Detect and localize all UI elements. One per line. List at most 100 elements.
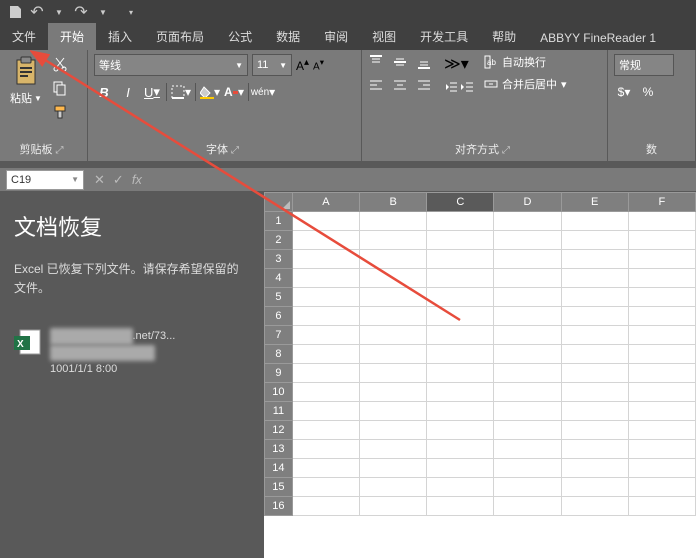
qat-customize-icon[interactable]: ▾ xyxy=(122,3,140,21)
cell[interactable] xyxy=(360,383,427,402)
cell[interactable] xyxy=(494,345,561,364)
cell[interactable] xyxy=(293,212,360,231)
row-header[interactable]: 9 xyxy=(264,364,293,383)
cell[interactable] xyxy=(562,288,629,307)
cell[interactable] xyxy=(293,459,360,478)
cell[interactable] xyxy=(629,478,696,497)
phonetic-button[interactable]: wén▾ xyxy=(253,82,273,102)
increase-font-icon[interactable]: A▴ xyxy=(296,57,309,73)
row-header[interactable]: 6 xyxy=(264,307,293,326)
cell[interactable] xyxy=(293,497,360,516)
cell[interactable] xyxy=(562,383,629,402)
cell[interactable] xyxy=(293,250,360,269)
row-header[interactable]: 14 xyxy=(264,459,293,478)
tab-dev[interactable]: 开发工具 xyxy=(408,23,480,50)
cell[interactable] xyxy=(494,250,561,269)
decrease-indent-icon[interactable] xyxy=(444,80,458,99)
select-all-corner[interactable] xyxy=(264,192,293,212)
tab-insert[interactable]: 插入 xyxy=(96,23,144,50)
align-top-icon[interactable] xyxy=(368,54,390,75)
merge-center-button[interactable]: 合并后居中 ▾ xyxy=(484,76,567,92)
col-header[interactable]: D xyxy=(494,192,561,212)
cell[interactable] xyxy=(629,459,696,478)
cell[interactable] xyxy=(629,402,696,421)
cell[interactable] xyxy=(293,383,360,402)
cell[interactable] xyxy=(494,326,561,345)
cell[interactable] xyxy=(427,345,494,364)
cell[interactable] xyxy=(293,440,360,459)
cell[interactable] xyxy=(360,497,427,516)
cell[interactable] xyxy=(427,212,494,231)
cell[interactable] xyxy=(293,269,360,288)
cell[interactable] xyxy=(360,345,427,364)
orientation-icon[interactable]: ≫▾ xyxy=(444,54,474,74)
cell[interactable] xyxy=(562,402,629,421)
cell[interactable] xyxy=(562,440,629,459)
cell[interactable] xyxy=(427,364,494,383)
fill-color-button[interactable]: ▾ xyxy=(200,82,220,102)
cancel-icon[interactable]: ✕ xyxy=(94,172,105,188)
tab-data[interactable]: 数据 xyxy=(264,23,312,50)
cell[interactable] xyxy=(562,212,629,231)
cell[interactable] xyxy=(629,250,696,269)
cell[interactable] xyxy=(562,497,629,516)
confirm-icon[interactable]: ✓ xyxy=(113,172,124,188)
align-left-icon[interactable] xyxy=(368,77,390,98)
cell[interactable] xyxy=(494,421,561,440)
font-color-button[interactable]: A▾ xyxy=(224,82,244,102)
cell[interactable] xyxy=(629,440,696,459)
cell[interactable] xyxy=(293,402,360,421)
row-header[interactable]: 11 xyxy=(264,402,293,421)
decrease-font-icon[interactable]: A▾ xyxy=(313,57,324,72)
cell[interactable] xyxy=(562,345,629,364)
cell[interactable] xyxy=(629,288,696,307)
cell[interactable] xyxy=(494,364,561,383)
row-header[interactable]: 12 xyxy=(264,421,293,440)
row-header[interactable]: 16 xyxy=(264,497,293,516)
cell[interactable] xyxy=(562,478,629,497)
col-header[interactable]: C xyxy=(427,192,494,212)
cell[interactable] xyxy=(360,364,427,383)
cell[interactable] xyxy=(494,307,561,326)
cell[interactable] xyxy=(427,269,494,288)
col-header[interactable]: A xyxy=(293,192,360,212)
cell[interactable] xyxy=(360,250,427,269)
save-icon[interactable] xyxy=(6,3,24,21)
cell[interactable] xyxy=(562,231,629,250)
tab-abbyy[interactable]: ABBYY FineReader 1 xyxy=(528,26,668,50)
cell[interactable] xyxy=(427,402,494,421)
tab-help[interactable]: 帮助 xyxy=(480,23,528,50)
copy-icon[interactable] xyxy=(50,78,70,98)
cell[interactable] xyxy=(427,497,494,516)
cell[interactable] xyxy=(629,212,696,231)
dialog-launcher-icon[interactable]: ⤢ xyxy=(56,145,64,156)
tab-home[interactable]: 开始 xyxy=(48,23,96,50)
cell[interactable] xyxy=(494,478,561,497)
undo-icon[interactable]: ↶ xyxy=(28,3,46,21)
cell[interactable] xyxy=(360,269,427,288)
recovered-document-item[interactable]: X xxxxxxxxxxxxxxx.net/73... xxxxxxxxxxxx… xyxy=(14,328,250,378)
cell[interactable] xyxy=(494,497,561,516)
dialog-launcher-icon[interactable]: ⤢ xyxy=(502,145,510,156)
paste-button[interactable]: 粘贴▼ xyxy=(6,54,46,108)
fx-icon[interactable]: fx xyxy=(132,172,142,188)
row-header[interactable]: 3 xyxy=(264,250,293,269)
row-header[interactable]: 8 xyxy=(264,345,293,364)
col-header[interactable]: F xyxy=(629,192,696,212)
cell[interactable] xyxy=(427,288,494,307)
cell[interactable] xyxy=(562,307,629,326)
wrap-text-button[interactable]: ab自动换行 xyxy=(484,54,567,70)
tab-view[interactable]: 视图 xyxy=(360,23,408,50)
percent-icon[interactable]: % xyxy=(638,82,658,102)
cell[interactable] xyxy=(494,269,561,288)
cell[interactable] xyxy=(360,478,427,497)
cell[interactable] xyxy=(629,364,696,383)
cell[interactable] xyxy=(360,459,427,478)
row-header[interactable]: 13 xyxy=(264,440,293,459)
row-header[interactable]: 2 xyxy=(264,231,293,250)
chevron-down-icon[interactable]: ▼ xyxy=(50,3,68,21)
row-header[interactable]: 10 xyxy=(264,383,293,402)
cell[interactable] xyxy=(629,383,696,402)
increase-indent-icon[interactable] xyxy=(460,80,474,99)
cell[interactable] xyxy=(360,307,427,326)
